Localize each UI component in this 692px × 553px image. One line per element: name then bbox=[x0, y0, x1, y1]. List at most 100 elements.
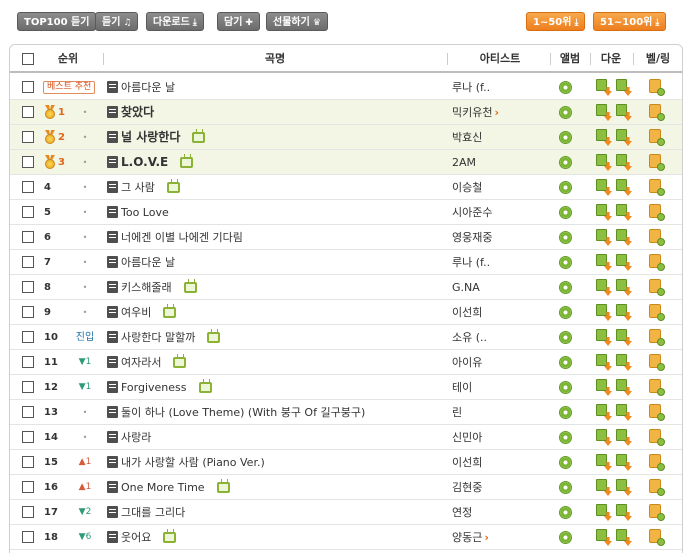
range-51-100-button[interactable]: 51~100위 ⤓ bbox=[593, 12, 667, 31]
music-video-icon[interactable] bbox=[173, 357, 187, 368]
artist-name[interactable]: 신민아 bbox=[452, 425, 550, 450]
album-icon[interactable] bbox=[559, 381, 572, 394]
download-mv-icon[interactable] bbox=[616, 79, 632, 96]
song-title[interactable]: 그 사람 bbox=[107, 175, 445, 200]
album-icon[interactable] bbox=[559, 356, 572, 369]
lyrics-icon[interactable] bbox=[107, 281, 118, 293]
download-song-icon[interactable] bbox=[596, 304, 612, 321]
download-song-icon[interactable] bbox=[596, 329, 612, 346]
row-checkbox[interactable] bbox=[22, 231, 34, 243]
artist-name-text[interactable]: 2AM bbox=[452, 156, 476, 169]
bell-ring-icon[interactable] bbox=[649, 104, 665, 121]
song-title-text[interactable]: 사랑한다 말할까 bbox=[121, 331, 195, 344]
song-title-text[interactable]: 웃어요 bbox=[121, 531, 151, 544]
download-mv-icon[interactable] bbox=[616, 304, 632, 321]
artist-name[interactable]: 린 bbox=[452, 400, 550, 425]
lyrics-icon[interactable] bbox=[107, 406, 118, 418]
lyrics-icon[interactable] bbox=[107, 381, 118, 393]
bell-ring-icon[interactable] bbox=[649, 429, 665, 446]
download-mv-icon[interactable] bbox=[616, 254, 632, 271]
download-song-icon[interactable] bbox=[596, 129, 612, 146]
download-mv-icon[interactable] bbox=[616, 379, 632, 396]
artist-name[interactable]: 영웅재중 bbox=[452, 225, 550, 250]
album-icon[interactable] bbox=[559, 156, 572, 169]
song-title[interactable]: Forgiveness bbox=[107, 375, 445, 400]
album-icon[interactable] bbox=[559, 231, 572, 244]
artist-more-icon[interactable]: › bbox=[494, 106, 499, 119]
lyrics-icon[interactable] bbox=[107, 81, 118, 93]
artist-name-text[interactable]: 린 bbox=[452, 406, 462, 419]
music-video-icon[interactable] bbox=[166, 182, 180, 193]
download-song-icon[interactable] bbox=[596, 354, 612, 371]
select-all-checkbox[interactable] bbox=[22, 53, 34, 65]
row-checkbox[interactable] bbox=[22, 256, 34, 268]
lyrics-icon[interactable] bbox=[107, 356, 118, 368]
music-video-icon[interactable] bbox=[207, 332, 221, 343]
song-title[interactable]: 웃어요 bbox=[107, 525, 445, 550]
song-title[interactable]: 아름다운 날 bbox=[107, 75, 445, 100]
song-title-text[interactable]: 여우비 bbox=[121, 306, 151, 319]
song-title[interactable]: 사랑한다 말할까 bbox=[107, 325, 445, 350]
artist-name-text[interactable]: 루나 (f.. bbox=[452, 256, 490, 269]
song-title[interactable]: 아름다운 날 bbox=[107, 250, 445, 275]
album-icon[interactable] bbox=[559, 481, 572, 494]
lyrics-icon[interactable] bbox=[107, 131, 118, 143]
music-video-icon[interactable] bbox=[163, 532, 177, 543]
song-title[interactable]: 여자라서 bbox=[107, 350, 445, 375]
lyrics-icon[interactable] bbox=[107, 506, 118, 518]
artist-name-text[interactable]: 양동근 bbox=[452, 531, 482, 544]
artist-name[interactable]: 이승철 bbox=[452, 175, 550, 200]
song-title-text[interactable]: One More Time bbox=[121, 481, 205, 494]
album-icon[interactable] bbox=[559, 81, 572, 94]
row-checkbox[interactable] bbox=[22, 306, 34, 318]
artist-name-text[interactable]: 김현중 bbox=[452, 481, 482, 494]
artist-name[interactable]: 믹키유천 › bbox=[452, 100, 550, 125]
song-title-text[interactable]: Too Love bbox=[121, 206, 169, 219]
download-song-icon[interactable] bbox=[596, 504, 612, 521]
artist-name-text[interactable]: G.NA bbox=[452, 281, 480, 294]
album-icon[interactable] bbox=[559, 431, 572, 444]
song-title[interactable]: Too Love bbox=[107, 200, 445, 225]
music-video-icon[interactable] bbox=[163, 307, 177, 318]
song-title[interactable]: 찾았다 bbox=[107, 100, 445, 125]
artist-name-text[interactable]: 아이유 bbox=[452, 356, 482, 369]
bell-ring-icon[interactable] bbox=[649, 279, 665, 296]
lyrics-icon[interactable] bbox=[107, 256, 118, 268]
bell-ring-icon[interactable] bbox=[649, 129, 665, 146]
row-checkbox[interactable] bbox=[22, 356, 34, 368]
download-mv-icon[interactable] bbox=[616, 504, 632, 521]
add-button[interactable]: 담기 ✚ bbox=[217, 12, 260, 31]
range-1-50-button[interactable]: 1~50위 ⤓ bbox=[526, 12, 586, 31]
artist-name[interactable]: 루나 (f.. bbox=[452, 250, 550, 275]
download-song-icon[interactable] bbox=[596, 179, 612, 196]
album-icon[interactable] bbox=[559, 206, 572, 219]
download-song-icon[interactable] bbox=[596, 454, 612, 471]
song-title-text[interactable]: Forgiveness bbox=[121, 381, 187, 394]
artist-name[interactable]: G.NA bbox=[452, 275, 550, 300]
top100-play-button[interactable]: TOP100 듣기 bbox=[17, 12, 97, 31]
artist-name[interactable]: 루나 (f.. bbox=[452, 75, 550, 100]
music-video-icon[interactable] bbox=[183, 282, 197, 293]
row-checkbox[interactable] bbox=[22, 131, 34, 143]
lyrics-icon[interactable] bbox=[107, 206, 118, 218]
song-title[interactable]: 사랑라 bbox=[107, 425, 445, 450]
song-title-text[interactable]: 찾았다 bbox=[121, 105, 154, 119]
lyrics-icon[interactable] bbox=[107, 181, 118, 193]
bell-ring-icon[interactable] bbox=[649, 504, 665, 521]
album-icon[interactable] bbox=[559, 306, 572, 319]
row-checkbox[interactable] bbox=[22, 431, 34, 443]
artist-name[interactable]: 연정 bbox=[452, 500, 550, 525]
song-title[interactable]: 너에겐 이별 나에겐 기다림 bbox=[107, 225, 445, 250]
song-title-text[interactable]: 너에겐 이별 나에겐 기다림 bbox=[121, 231, 243, 244]
download-mv-icon[interactable] bbox=[616, 179, 632, 196]
download-song-icon[interactable] bbox=[596, 229, 612, 246]
lyrics-icon[interactable] bbox=[107, 481, 118, 493]
bell-ring-icon[interactable] bbox=[649, 204, 665, 221]
row-checkbox[interactable] bbox=[22, 531, 34, 543]
song-title-text[interactable]: 사랑라 bbox=[121, 431, 151, 444]
bell-ring-icon[interactable] bbox=[649, 304, 665, 321]
song-title-text[interactable]: 여자라서 bbox=[121, 356, 161, 369]
song-title[interactable]: One More Time bbox=[107, 475, 445, 500]
lyrics-icon[interactable] bbox=[107, 156, 118, 168]
music-video-icon[interactable] bbox=[180, 157, 194, 168]
